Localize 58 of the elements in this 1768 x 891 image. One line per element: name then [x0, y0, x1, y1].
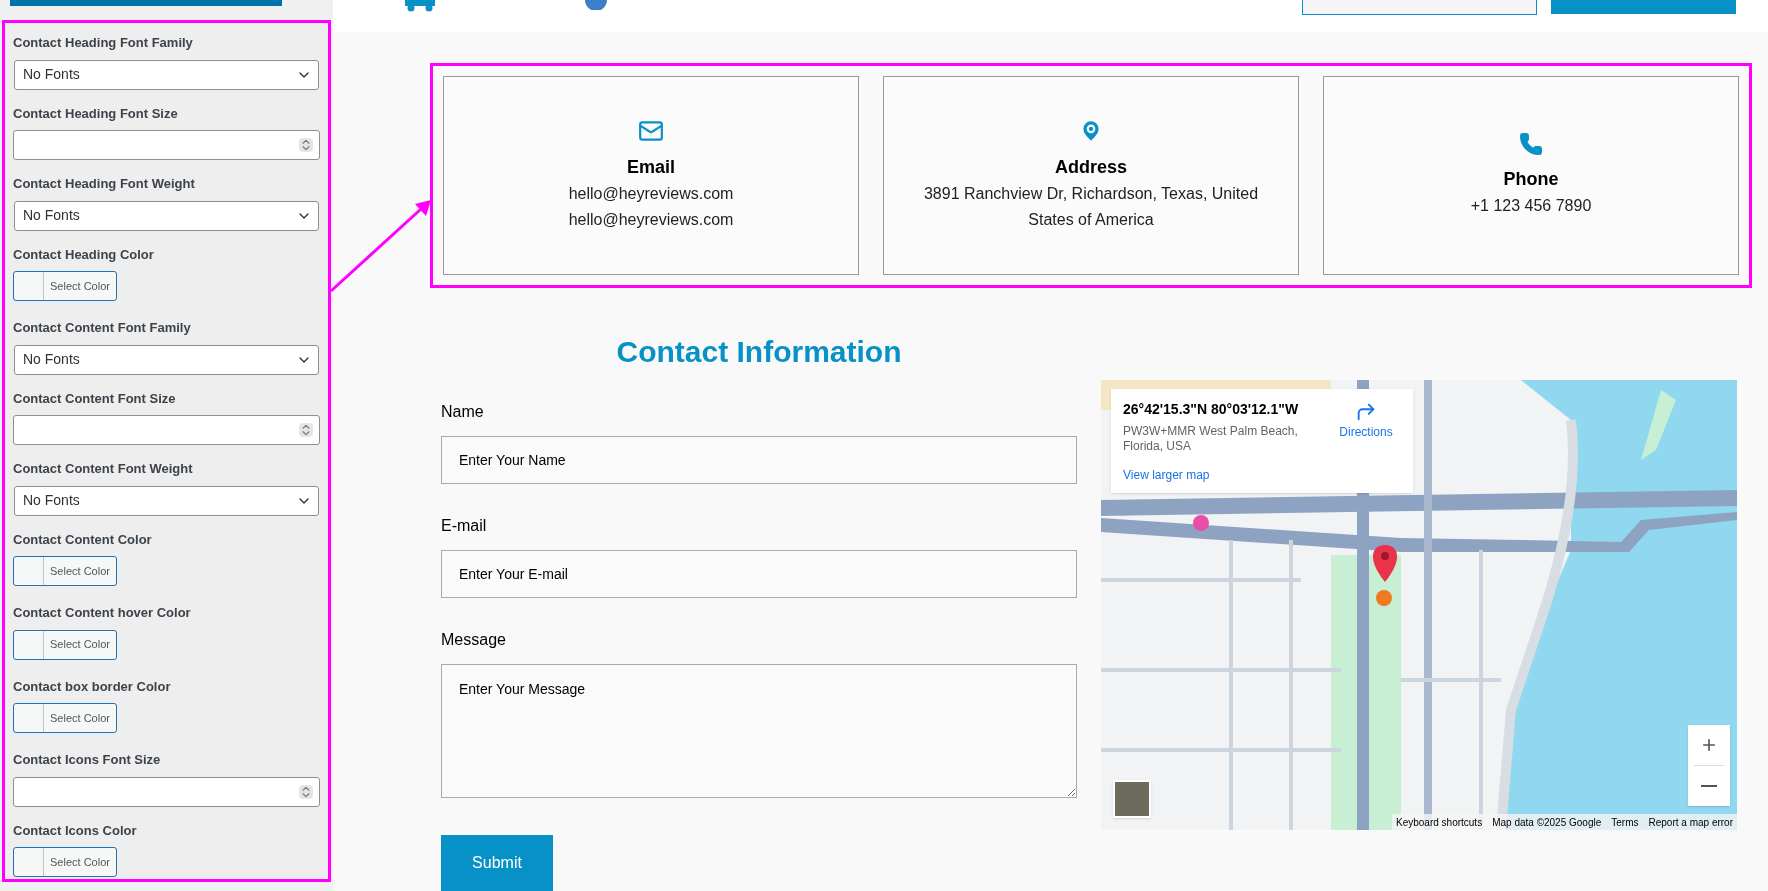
map-footer-text[interactable]: Keyboard shortcuts [1396, 814, 1483, 830]
setting-label: Contact Content hover Color [13, 604, 192, 622]
setting-label: Contact Content Color [13, 530, 153, 549]
setting-label: Contact Heading Color [13, 245, 155, 264]
envelope-icon [638, 118, 664, 144]
number-field[interactable] [13, 130, 320, 160]
setting-label: Contact Content Font Size [13, 389, 177, 408]
minus-icon [1701, 785, 1717, 787]
header-outline-button[interactable] [1302, 0, 1537, 15]
color-picker-button[interactable]: Select Color [13, 703, 117, 733]
font-select[interactable]: No Fonts [14, 59, 319, 90]
setting-label: Contact Content Font Family [13, 319, 192, 337]
card-title: Phone [1503, 168, 1559, 191]
setting-label: Contact Heading Font Weight [13, 175, 196, 193]
card-text: 3891 Ranchview Dr, Richardson, Texas, United States of America [922, 184, 1260, 230]
color-picker-button[interactable]: Select Color [13, 629, 117, 660]
setting-label: Contact Content Font Weight [13, 460, 194, 478]
map-footer-text[interactable]: Terms [1611, 814, 1639, 830]
message-field[interactable]: Enter Your Message [441, 664, 1077, 798]
circle-logo-icon [585, 0, 607, 10]
card-text: +1 123 456 7890 [1470, 196, 1592, 216]
spinner-icon [299, 784, 313, 799]
phone-icon [1519, 132, 1543, 156]
spinner-icon [299, 423, 313, 437]
card-text: hello@heyreviews.com [568, 210, 734, 230]
map-type-button[interactable] [1113, 780, 1151, 818]
text-field[interactable]: Enter Your E-mail [441, 550, 1077, 598]
view-larger-map-link[interactable]: View larger map [1123, 466, 1210, 484]
field-label: Message [441, 630, 507, 650]
map-address: PW3W+MMR West Palm Beach, Florida, USA [1123, 424, 1299, 454]
directions-button[interactable]: Directions [1331, 401, 1401, 493]
number-field[interactable] [13, 415, 320, 445]
map-footer-text: Map data ©2025 Google [1492, 815, 1602, 830]
spinner-icon [299, 138, 313, 152]
font-select[interactable]: No Fonts [14, 485, 319, 516]
font-select[interactable]: No Fonts [14, 200, 319, 231]
map-footer-text[interactable]: Report a map error [1648, 814, 1733, 830]
card-title: Address [1055, 156, 1127, 179]
setting-label: Contact Icons Color [13, 821, 138, 840]
setting-label: Contact Heading Font Family [13, 34, 194, 52]
color-picker-button[interactable]: Select Color [13, 847, 117, 877]
number-field[interactable] [13, 776, 320, 807]
text-field[interactable]: Enter Your Name [441, 436, 1077, 484]
setting-label: Contact Heading Font Size [13, 104, 179, 123]
plus-icon [1700, 736, 1718, 754]
field-label: E-mail [441, 516, 488, 536]
color-picker-button[interactable]: Select Color [13, 271, 117, 301]
submit-button[interactable]: Submit [441, 835, 553, 891]
setting-label: Contact Icons Font Size [13, 751, 162, 769]
setting-label: Contact box border Color [13, 677, 172, 696]
directions-icon [1355, 401, 1377, 423]
card-title: Email [627, 156, 675, 179]
color-picker-button[interactable]: Select Color [13, 556, 117, 586]
card-text: hello@heyreviews.com [568, 184, 734, 204]
map-coordinates: 26°42'15.3"N 80°03'12.1"W [1123, 400, 1300, 419]
form-heading: Contact Information [615, 334, 903, 370]
font-select[interactable]: No Fonts [14, 344, 319, 375]
field-label: Name [441, 402, 485, 422]
